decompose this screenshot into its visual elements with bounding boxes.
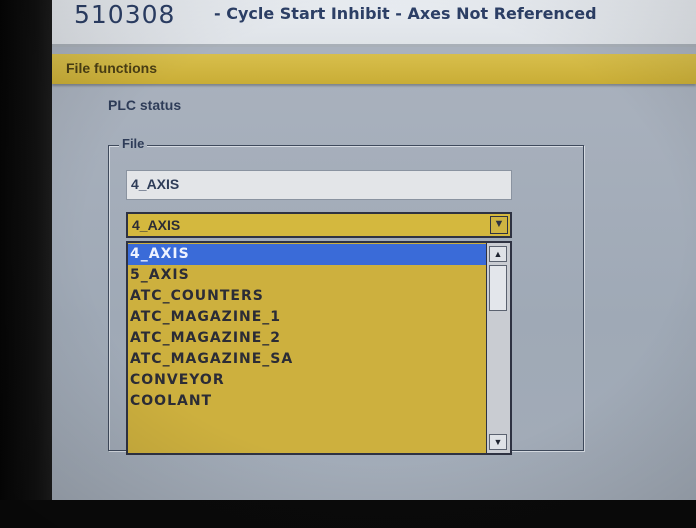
list-item[interactable]: 5_AXIS (128, 265, 486, 286)
file-name-input[interactable]: 4_AXIS (126, 170, 512, 200)
alarm-bar: 510308 - Cycle Start Inhibit - Axes Not … (52, 0, 696, 47)
file-combo-box[interactable]: 4_AXIS ▼ (126, 212, 512, 238)
window-title: File functions (66, 60, 157, 76)
alarm-number: 510308 (74, 0, 176, 29)
cnc-screen: 510308 - Cycle Start Inhibit - Axes Not … (0, 0, 696, 528)
window-titlebar: File functions (52, 54, 696, 84)
combo-selected-value: 4_AXIS (132, 217, 181, 233)
arrow-up-icon[interactable]: ▲ (489, 246, 507, 262)
monitor-bezel (0, 0, 52, 528)
list-item[interactable]: ATC_MAGAZINE_SA (128, 349, 486, 370)
list-item[interactable]: ATC_COUNTERS (128, 286, 486, 307)
dropdown-scrollbar[interactable]: ▲ ▼ (486, 243, 510, 453)
scrollbar-thumb[interactable] (489, 265, 507, 311)
list-item[interactable]: ATC_MAGAZINE_1 (128, 307, 486, 328)
plc-status-label: PLC status (108, 97, 182, 113)
list-item[interactable]: CONVEYOR (128, 370, 486, 391)
file-groupbox: File 4_AXIS 4_AXIS ▼ 4_AXIS 5_AXIS ATC_COU… (108, 136, 584, 455)
list-item[interactable]: 4_AXIS (128, 244, 486, 265)
option-list: 4_AXIS 5_AXIS ATC_COUNTERS ATC_MAGAZINE_1 AT… (128, 244, 486, 412)
alarm-message: - Cycle Start Inhibit - Axes Not Referen… (214, 4, 597, 23)
list-item[interactable]: COOLANT (128, 391, 486, 412)
arrow-down-icon[interactable]: ▼ (489, 434, 507, 450)
chevron-down-icon[interactable]: ▼ (490, 216, 508, 234)
monitor-bezel-bottom (0, 500, 696, 528)
file-dropdown-list[interactable]: 4_AXIS 5_AXIS ATC_COUNTERS ATC_MAGAZINE_1 AT… (126, 241, 512, 455)
list-item[interactable]: ATC_MAGAZINE_2 (128, 328, 486, 349)
file-functions-panel: File functions PLC status File 4_AXIS 4_… (52, 47, 696, 500)
file-group-label: File (119, 136, 148, 151)
